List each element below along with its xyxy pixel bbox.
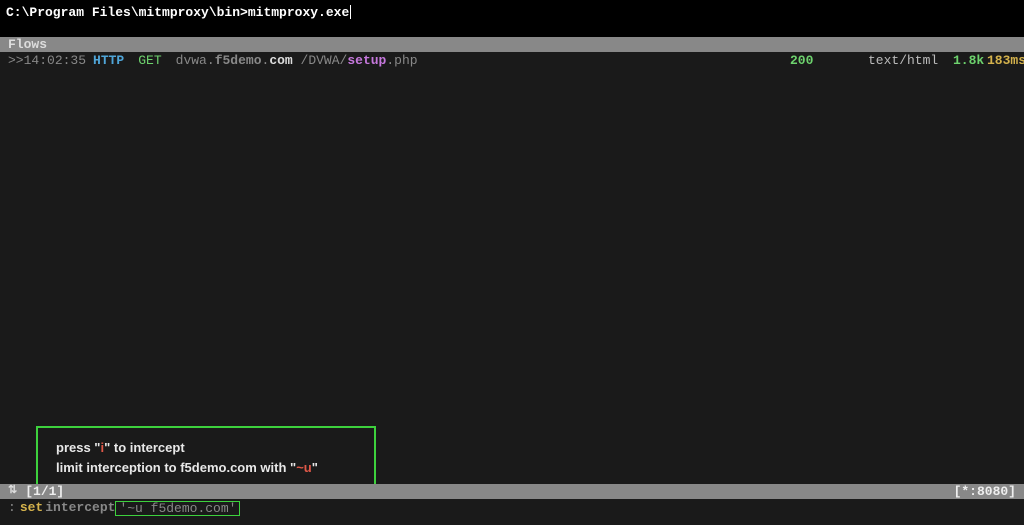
flow-row[interactable]: >> 14:02:35 HTTP GET dvwa.f5demo.com /DV…: [0, 52, 1024, 69]
flow-method: GET: [138, 52, 161, 69]
overlay-line-2: limit interception to f5demo.com with "~…: [56, 458, 356, 478]
flow-status-code: 200: [790, 52, 813, 69]
command-bar[interactable]: : set intercept '~u f5demo.com': [0, 499, 1024, 517]
flow-time: 14:02:35: [24, 52, 86, 69]
flow-host-tld: com: [269, 53, 292, 68]
command-arg: '~u f5demo.com': [119, 501, 236, 516]
flow-content-type: text/html: [868, 52, 938, 69]
command-intercept: intercept: [45, 499, 115, 517]
gap: [0, 24, 1024, 37]
status-bar: ⇅ [1/1] [*:8080]: [0, 484, 1024, 499]
main-area: press "i" to intercept limit interceptio…: [0, 69, 1024, 484]
window-title: C:\Program Files\mitmproxy\bin>mitmproxy…: [6, 5, 349, 20]
flow-path-prefix: /DVWA/: [301, 53, 348, 68]
flow-path-ext: .php: [386, 53, 417, 68]
title-cursor: [350, 5, 351, 19]
window-title-bar: C:\Program Files\mitmproxy\bin>mitmproxy…: [0, 0, 1024, 24]
overlay-key-tu: ~u: [296, 460, 312, 475]
flow-size: 1.8k: [953, 52, 984, 69]
status-count: [1/1]: [25, 484, 64, 499]
flows-header: Flows: [0, 37, 1024, 52]
annotation-overlay: press "i" to intercept limit interceptio…: [36, 426, 376, 489]
flow-host-sub: dvwa: [176, 53, 207, 68]
command-set: set: [20, 499, 43, 517]
flow-path-file: setup: [347, 53, 386, 68]
flow-duration: 183ms: [987, 52, 1024, 69]
status-icon: ⇅: [8, 484, 17, 499]
command-arg-highlight: '~u f5demo.com': [115, 501, 240, 516]
command-prompt: :: [8, 499, 16, 517]
flow-protocol: HTTP: [93, 52, 124, 69]
flow-url: dvwa.f5demo.com /DVWA/setup.php: [176, 52, 418, 69]
flow-selected-marker: >>: [8, 52, 24, 69]
overlay-line-1: press "i" to intercept: [56, 438, 356, 458]
status-listen: [*:8080]: [954, 484, 1016, 499]
flow-host-mid: f5demo: [215, 53, 262, 68]
